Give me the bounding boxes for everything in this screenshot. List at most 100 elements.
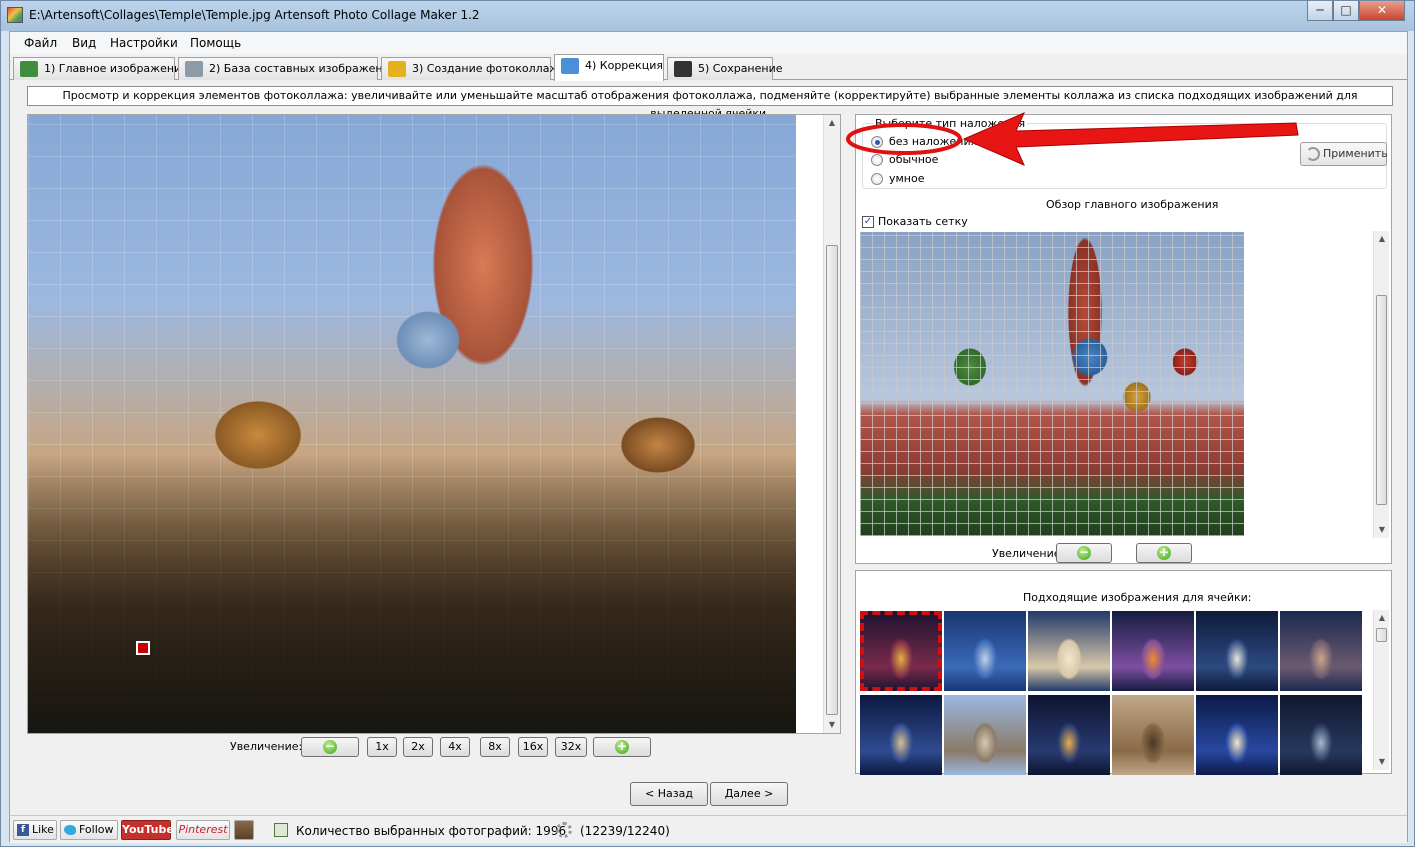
tab-label: 3) Создание фотоколлажа xyxy=(412,62,567,75)
tab-create-collage[interactable]: 3) Создание фотоколлажа xyxy=(381,57,566,80)
tab-label: 1) Главное изображение xyxy=(44,62,188,75)
menu-bar: Файл Вид Настройки Помощь xyxy=(10,32,1407,54)
highlight-ellipse xyxy=(846,123,962,155)
back-button[interactable]: < Назад xyxy=(630,782,708,806)
thumbnail-supreme-court-building[interactable] xyxy=(1028,611,1110,691)
zoom-8x-button[interactable]: 8x xyxy=(480,737,510,757)
matching-images-panel: Подходящие изображения для ячейки: ▲ ▼ xyxy=(855,570,1392,775)
menu-help[interactable]: Помощь xyxy=(190,36,241,50)
close-button[interactable]: ✕ xyxy=(1359,1,1405,21)
maximize-button[interactable]: □ xyxy=(1333,1,1359,21)
zoom-16x-button[interactable]: 16x xyxy=(518,737,548,757)
annotation-arrow xyxy=(846,112,1299,166)
preview-zoom-label: Увеличение xyxy=(992,547,1061,560)
scroll-thumb[interactable] xyxy=(826,245,838,715)
zoom-4x-button[interactable]: 4x xyxy=(440,737,470,757)
scroll-down-arrow[interactable]: ▼ xyxy=(1374,522,1390,538)
scroll-down-arrow[interactable]: ▼ xyxy=(824,717,840,733)
tab-save[interactable]: 5) Сохранение xyxy=(667,57,783,80)
next-button[interactable]: Далее > xyxy=(710,782,788,806)
zoom-out-button[interactable]: − xyxy=(301,737,359,757)
scroll-down-arrow[interactable]: ▼ xyxy=(1374,754,1390,770)
zoom-1x-button[interactable]: 1x xyxy=(367,737,397,757)
minus-icon: − xyxy=(323,739,337,754)
menu-view[interactable]: Вид xyxy=(72,36,96,50)
tab-correction[interactable]: 4) Коррекция xyxy=(554,54,664,81)
matching-title: Подходящие изображения для ячейки: xyxy=(1023,591,1252,604)
minus-icon: − xyxy=(1077,545,1091,560)
scroll-up-arrow[interactable]: ▲ xyxy=(1374,231,1390,247)
scroll-up-arrow[interactable]: ▲ xyxy=(1374,610,1390,626)
collage-view[interactable]: ▲ ▼ xyxy=(27,114,841,734)
scroll-thumb[interactable] xyxy=(1376,628,1387,642)
title-bar: E:\Artensoft\Collages\Temple\Temple.jpg … xyxy=(1,1,1414,31)
show-grid-checkbox[interactable]: ✓ xyxy=(862,216,874,228)
preview-scrollbar[interactable]: ▲ ▼ xyxy=(1373,231,1389,538)
red-arrow xyxy=(962,112,1299,166)
scroll-thumb[interactable] xyxy=(1376,295,1387,505)
zoom-32x-button[interactable]: 32x xyxy=(555,737,587,757)
like-label: Like xyxy=(32,823,54,836)
thumbnail-bridge-city-skyline[interactable] xyxy=(944,611,1026,691)
thumbnail-notre-dame-facade[interactable] xyxy=(1112,695,1194,775)
tab-main-image[interactable]: 1) Главное изображение xyxy=(13,57,188,80)
thumbnail-capitol-dome-night[interactable] xyxy=(1196,695,1278,775)
thumbnail-cathedral-facade-night[interactable] xyxy=(1280,611,1362,691)
floppy-disk-icon xyxy=(674,61,692,77)
plus-icon: + xyxy=(615,739,629,754)
tab-label: 4) Коррекция xyxy=(585,59,663,72)
preview-zoom-in-button[interactable]: + xyxy=(1136,543,1192,563)
instagram-icon[interactable] xyxy=(234,820,254,840)
facebook-like-button[interactable]: f Like xyxy=(13,820,57,840)
thumbnail-tower-bridge-night[interactable] xyxy=(860,695,942,775)
zoom-label: Увеличение: xyxy=(230,740,303,753)
apply-button[interactable]: Применить xyxy=(1300,142,1388,166)
photo-count-icon xyxy=(274,823,288,837)
app-window: E:\Artensoft\Collages\Temple\Temple.jpg … xyxy=(0,0,1415,847)
image-icon xyxy=(20,61,38,77)
thumbnail-harbor-lights-night[interactable] xyxy=(1028,695,1110,775)
minimize-button[interactable]: ─ xyxy=(1307,1,1333,21)
refresh-icon xyxy=(1306,147,1320,161)
wizard-tabs: 1) Главное изображение 2) База составных… xyxy=(10,54,1407,81)
selected-photo-count: Количество выбранных фотографий: 1996 xyxy=(296,824,567,838)
cube-icon xyxy=(561,58,579,74)
twitter-icon xyxy=(64,825,76,835)
zoom-in-button[interactable]: + xyxy=(593,737,651,757)
show-grid-label[interactable]: Показать сетку xyxy=(878,215,968,228)
thumbnail-eiffel-tower-night[interactable] xyxy=(860,611,942,691)
thumbnail-waterfront-night[interactable] xyxy=(1280,695,1362,775)
facebook-icon: f xyxy=(17,824,29,836)
radio-smart[interactable] xyxy=(871,173,883,185)
radio-label[interactable]: умное xyxy=(889,172,925,185)
scroll-up-arrow[interactable]: ▲ xyxy=(824,115,840,131)
youtube-button[interactable]: YouTube xyxy=(121,820,174,840)
menu-settings[interactable]: Настройки xyxy=(110,36,178,50)
matching-scrollbar[interactable]: ▲ ▼ xyxy=(1373,610,1389,770)
preview-title: Обзор главного изображения xyxy=(1046,198,1219,211)
thumbnail-gothic-cathedral[interactable] xyxy=(944,695,1026,775)
tab-image-database[interactable]: 2) База составных изображений xyxy=(178,57,397,80)
tab-label: 2) База составных изображений xyxy=(209,62,397,75)
preview-zoom-out-button[interactable]: − xyxy=(1056,543,1112,563)
selected-cell[interactable] xyxy=(136,641,150,655)
zoom-2x-button[interactable]: 2x xyxy=(403,737,433,757)
hint-text: Просмотр и коррекция элементов фотоколла… xyxy=(27,86,1393,120)
follow-label: Follow xyxy=(79,823,114,836)
thumbnail-tower-at-dusk[interactable] xyxy=(1112,611,1194,691)
overlay-panel: Выберите тип наложения без наложения обы… xyxy=(855,114,1392,564)
thumbnail-lit-building-night[interactable] xyxy=(1196,611,1278,691)
tab-label: 5) Сохранение xyxy=(698,62,783,75)
app-icon xyxy=(7,7,23,23)
database-icon xyxy=(185,61,203,77)
pinterest-button[interactable]: Pinterest xyxy=(176,820,230,840)
apply-label: Применить xyxy=(1323,147,1388,160)
window-title: E:\Artensoft\Collages\Temple\Temple.jpg … xyxy=(29,8,480,22)
main-image-preview[interactable] xyxy=(860,232,1244,536)
magic-wand-icon xyxy=(388,61,406,77)
twitter-follow-button[interactable]: Follow xyxy=(60,820,118,840)
menu-file[interactable]: Файл xyxy=(24,36,57,50)
plus-icon: + xyxy=(1157,545,1171,560)
collage-scrollbar[interactable]: ▲ ▼ xyxy=(823,115,840,733)
spinner-icon xyxy=(556,822,572,838)
